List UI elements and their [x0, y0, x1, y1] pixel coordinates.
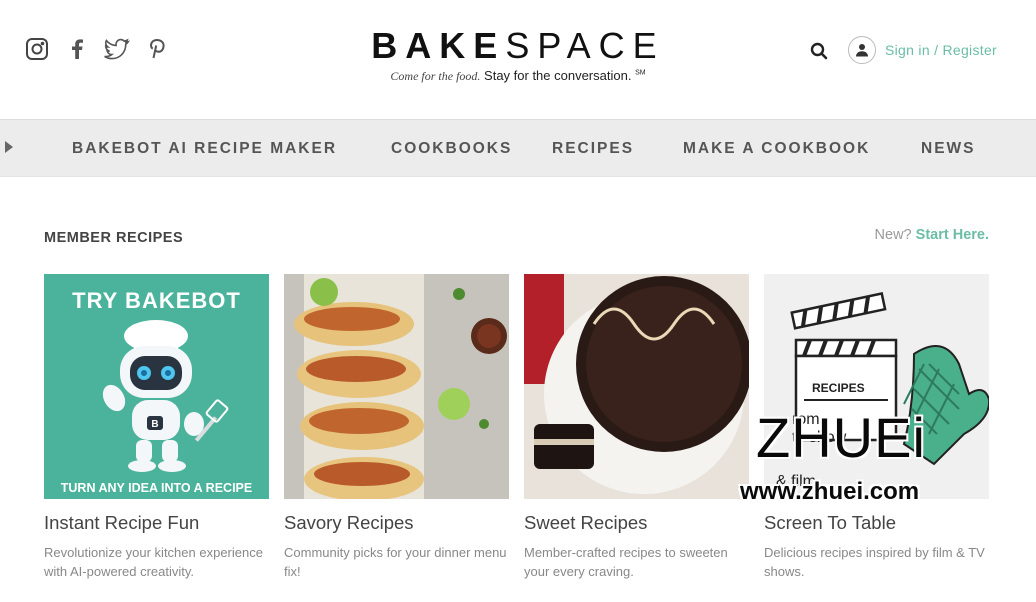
nav-item-news[interactable]: NEWS	[921, 140, 976, 158]
card-description: Community picks for your dinner menu fix…	[284, 545, 507, 579]
card-image-tacos[interactable]	[284, 274, 509, 499]
card-image-screen-to-table[interactable]: RECIPES rom tv show & film	[764, 274, 989, 499]
card-title[interactable]: Sweet Recipes	[524, 512, 749, 534]
nav-scroll-arrow-icon[interactable]	[5, 141, 13, 153]
card-image-bakebot[interactable]: TRY BAKEBOT B TURN ANY IDEA INTO A RECIP…	[44, 274, 269, 499]
card-description: Member-crafted recipes to sweeten your e…	[524, 545, 728, 579]
nav-item-bakebot[interactable]: BAKEBOT AI RECIPE MAKER	[72, 140, 337, 158]
search-icon[interactable]	[810, 42, 828, 60]
turn-idea-text: TURN ANY IDEA INTO A RECIPE	[60, 481, 253, 495]
svg-text:B: B	[151, 419, 158, 430]
signin-register-link[interactable]: Sign in / Register	[885, 42, 997, 58]
clapper-label: RECIPES	[812, 381, 865, 395]
tacos-photo	[284, 274, 509, 499]
user-icon[interactable]	[848, 36, 876, 64]
clapperboard-illustration: RECIPES rom tv show & film	[764, 274, 989, 499]
robot-chef-illustration: B	[102, 320, 229, 472]
service-mark: SM	[635, 69, 646, 77]
card-title[interactable]: Screen To Table	[764, 512, 989, 534]
recipe-card: RECIPES rom tv show & film Screen To Tab…	[764, 274, 989, 581]
recipe-card: Savory Recipes Community picks for your …	[284, 274, 509, 581]
tagline-script: Come for the food.	[390, 69, 481, 83]
clapper-text-1: rom	[792, 411, 820, 428]
nav-item-make-a-cookbook[interactable]: MAKE A COOKBOOK	[683, 140, 870, 158]
clapper-text-2: tv show	[792, 429, 847, 446]
tagline-text: Stay for the conversation.	[484, 68, 632, 83]
card-title[interactable]: Savory Recipes	[284, 512, 509, 534]
card-title[interactable]: Instant Recipe Fun	[44, 512, 269, 534]
cake-photo	[524, 274, 749, 499]
new-start-here: New? Start Here.	[875, 227, 989, 243]
nav-item-cookbooks[interactable]: COOKBOOKS	[391, 140, 512, 158]
brand-light: SPACE	[505, 25, 665, 66]
nav-item-recipes[interactable]: RECIPES	[552, 140, 634, 158]
site-logo[interactable]: BAKESPACE Come for the food. Stay for th…	[0, 26, 1036, 84]
card-description: Revolutionize your kitchen experience wi…	[44, 545, 263, 579]
section-title: MEMBER RECIPES	[44, 230, 184, 246]
site-header: BAKESPACE Come for the food. Stay for th…	[0, 0, 1036, 119]
brand-bold: BAKE	[371, 25, 506, 66]
recipe-card: Sweet Recipes Member-crafted recipes to …	[524, 274, 749, 581]
clapper-text-3: & film	[776, 473, 816, 490]
brand-name: BAKESPACE	[0, 26, 1036, 66]
start-here-link[interactable]: Start Here.	[916, 227, 989, 243]
card-description: Delicious recipes inspired by film & TV …	[764, 545, 985, 579]
new-label: New?	[874, 227, 912, 243]
recipe-card: TRY BAKEBOT B TURN ANY IDEA INTO A RECIP…	[44, 274, 269, 581]
main-nav: BAKEBOT AI RECIPE MAKER COOKBOOKS RECIPE…	[0, 119, 1036, 177]
card-image-cake[interactable]	[524, 274, 749, 499]
tagline: Come for the food. Stay for the conversa…	[0, 68, 1036, 84]
